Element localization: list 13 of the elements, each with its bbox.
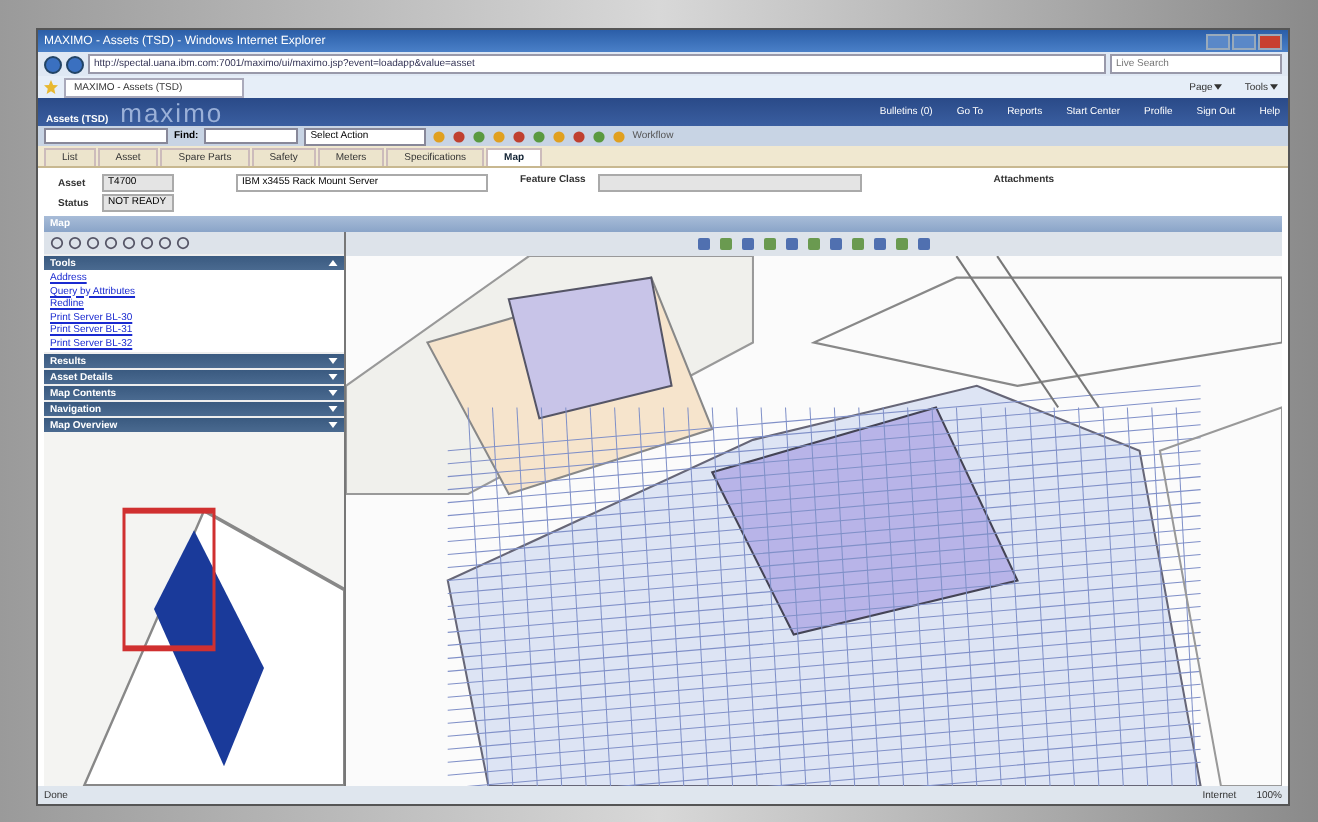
forward-button[interactable] (66, 55, 84, 73)
chevron-icon (328, 260, 338, 266)
caret-icon (1270, 84, 1278, 90)
find-field[interactable] (44, 128, 168, 144)
close-button[interactable] (1258, 33, 1282, 49)
minimize-button[interactable] (1206, 33, 1230, 49)
logo: maximo (120, 97, 224, 127)
star-icon[interactable] (44, 80, 58, 94)
caret-icon (1214, 84, 1223, 90)
back-button[interactable] (44, 55, 62, 73)
find-input[interactable] (204, 128, 299, 144)
feature-class-field[interactable] (597, 174, 862, 192)
maximize-button[interactable] (1232, 33, 1256, 49)
